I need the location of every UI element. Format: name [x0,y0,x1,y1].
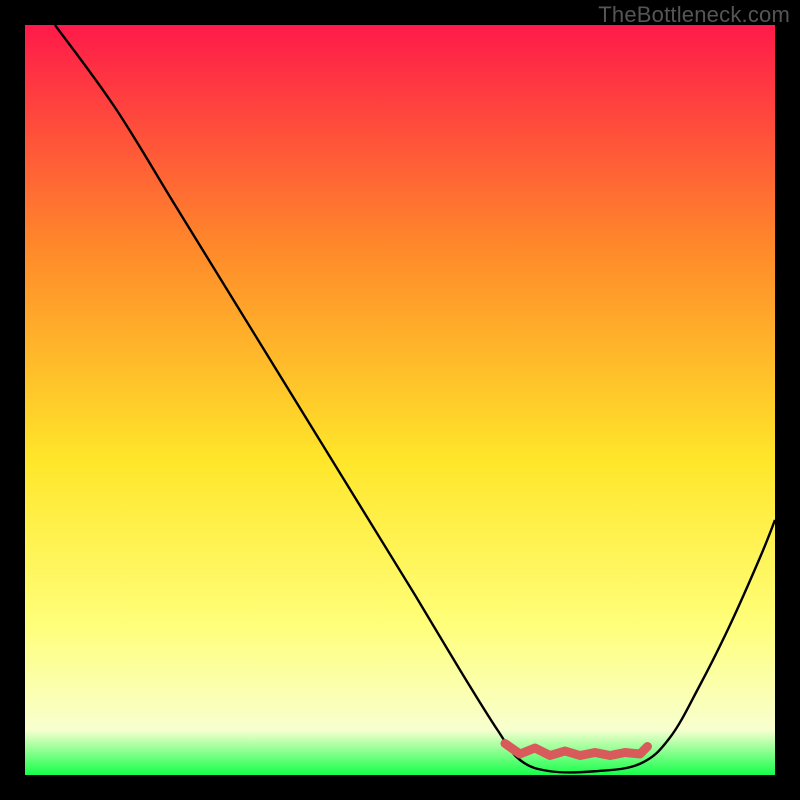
plot-area [25,25,775,775]
chart-container: TheBottleneck.com [0,0,800,800]
chart-svg [25,25,775,775]
gradient-background [25,25,775,775]
watermark-text: TheBottleneck.com [598,2,790,28]
